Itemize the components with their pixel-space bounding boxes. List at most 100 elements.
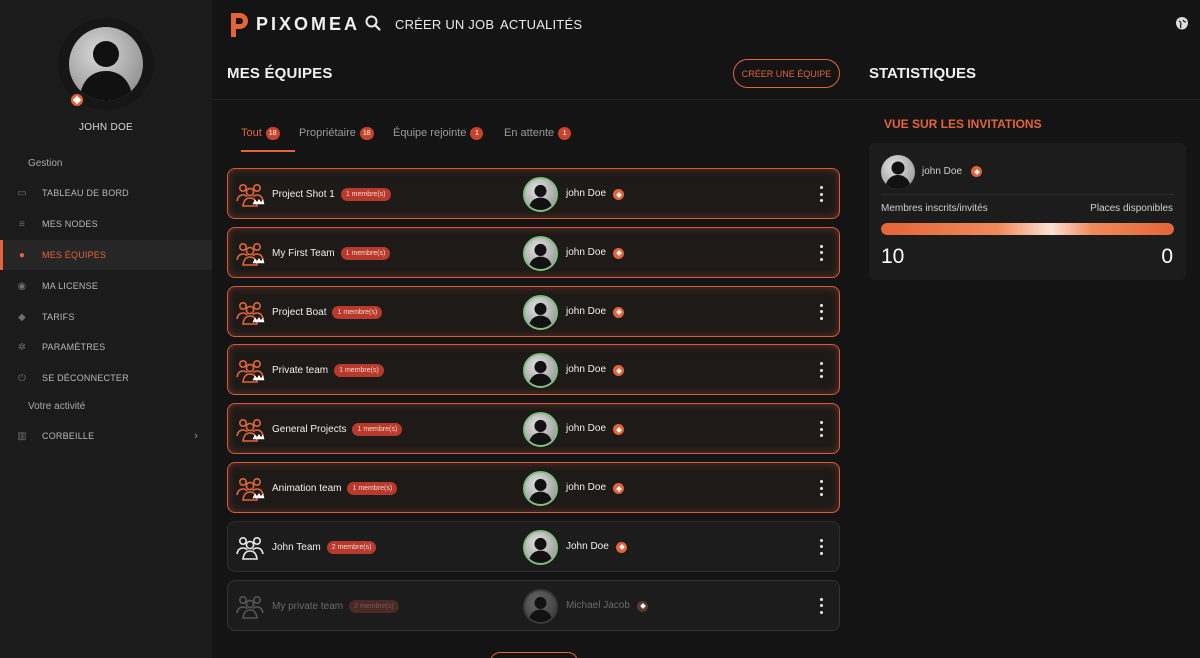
owner-avatar — [523, 353, 558, 389]
more-options-icon[interactable] — [816, 419, 826, 439]
avatar-image — [69, 27, 143, 101]
tab-pending[interactable]: En attente 1 — [504, 122, 572, 152]
tab-label: Tout — [241, 127, 262, 139]
more-options-icon[interactable] — [816, 478, 826, 498]
team-group-icon — [235, 591, 265, 621]
sidebar-item-teams[interactable]: ● MES ÉQUIPES — [0, 240, 212, 270]
tab-owner[interactable]: Propriétaire 18 — [299, 122, 374, 152]
sidebar-item-label: CORBEILLE — [42, 431, 95, 441]
logo-mark-icon — [228, 9, 250, 39]
sidebar-item-label: PARAMÈTRES — [42, 342, 106, 352]
diamond-badge-icon — [613, 365, 624, 377]
members-count-badge: 2 membre(s) — [349, 599, 399, 613]
dashboard-icon: ▭ — [17, 187, 27, 199]
page-title: MES ÉQUIPES — [227, 65, 333, 82]
team-name-text: Project Shot 1 — [272, 189, 335, 200]
profile-avatar[interactable] — [58, 18, 154, 110]
diamond-badge-icon — [613, 483, 624, 494]
sidebar-item-dashboard[interactable]: ▭ TABLEAU DE BORD — [0, 178, 212, 208]
owner-name: Michael Jacob — [566, 599, 630, 611]
sidebar: JOHN DOE Gestion ▭ TABLEAU DE BORD ≡ MES… — [0, 0, 212, 658]
sidebar-item-label: MA LICENSE — [42, 281, 99, 291]
invitations-card: john Doe Membres inscrits/invités Places… — [869, 143, 1186, 280]
team-name: My private team 2 membre(s) — [272, 599, 399, 613]
sidebar-item-pricing[interactable]: ◆ TARIFS — [0, 302, 212, 332]
tab-count-badge: 1 — [558, 127, 572, 140]
create-job-link[interactable]: CRÉER UN JOB — [395, 17, 494, 32]
tab-count-badge: 18 — [359, 127, 374, 140]
sidebar-item-license[interactable]: ◉ MA LICENSE — [0, 271, 212, 301]
sidebar-item-label: TARIFS — [42, 312, 75, 322]
team-row[interactable]: Private team 1 membre(s) john Doe — [227, 344, 840, 396]
team-name: John Team 2 membre(s) — [272, 540, 377, 554]
diamond-badge-icon — [69, 92, 85, 108]
team-name: Private team 1 membre(s) — [272, 364, 384, 378]
sidebar-username: JOHN DOE — [78, 122, 134, 133]
team-name-text: Private team — [272, 365, 329, 377]
owner-avatar — [523, 471, 558, 506]
team-row[interactable]: General Projects 1 membre(s) john Doe — [227, 403, 840, 455]
team-row[interactable]: John Team 2 membre(s) John Doe — [227, 520, 840, 572]
team-name-text: General Projects — [272, 424, 347, 436]
team-name: General Projects 1 membre(s) — [272, 423, 403, 437]
more-options-icon[interactable] — [816, 302, 826, 322]
team-row[interactable]: Project Shot 1 1 membre(s) john Doe — [227, 168, 840, 219]
tab-joined[interactable]: Équipe rejointe 1 — [393, 122, 484, 152]
team-row[interactable]: My First Team 1 membre(s) john Doe — [227, 226, 840, 278]
chevron-right-icon: › — [194, 430, 198, 442]
sidebar-item-label: MES ÉQUIPES — [42, 250, 107, 260]
sidebar-item-logout[interactable]: ⏻ SE DÉCONNECTER — [0, 363, 212, 393]
team-row[interactable]: My private team 2 membre(s) Michael Jacob — [227, 579, 840, 631]
team-name: Project Boat 1 membre(s) — [272, 305, 383, 319]
license-icon: ◉ — [17, 280, 27, 292]
owner-name: john Doe — [566, 246, 607, 258]
more-options-icon[interactable] — [816, 184, 826, 204]
members-label: Membres inscrits/invités — [881, 203, 988, 214]
search-icon[interactable] — [364, 14, 382, 32]
sidebar-item-trash[interactable]: ▥ CORBEILLE › — [0, 421, 212, 451]
team-row[interactable]: Animation team 1 membre(s) john Doe — [227, 462, 840, 513]
news-link[interactable]: ACTUALITÉS — [500, 17, 582, 32]
owner-name: john Doe — [566, 364, 607, 376]
tab-all[interactable]: Tout 18 — [241, 122, 295, 152]
stats-user-name: john Doe — [922, 166, 963, 177]
sidebar-item-nodes[interactable]: ≡ MES NODES — [0, 209, 212, 239]
tab-count-badge: 1 — [470, 127, 484, 140]
sidebar-item-settings[interactable]: ✲ PARAMÈTRES — [0, 332, 212, 362]
owner-name: john Doe — [566, 188, 607, 199]
more-options-icon[interactable] — [816, 360, 826, 380]
owner-name: john Doe — [566, 305, 607, 317]
diamond-badge-icon — [613, 306, 624, 318]
team-group-icon — [235, 355, 265, 385]
section-label-activity: Votre activité — [28, 401, 86, 412]
header-divider — [212, 99, 1200, 100]
more-options-icon[interactable] — [816, 243, 826, 263]
tab-label: En attente — [504, 127, 555, 139]
pixomea-logo[interactable]: PIXOMEA — [228, 9, 360, 39]
team-row[interactable]: Project Boat 1 membre(s) john Doe — [227, 285, 840, 337]
members-count-badge: 1 membre(s) — [334, 364, 384, 378]
more-options-icon[interactable] — [816, 596, 826, 616]
avatar — [881, 155, 915, 189]
globe-icon[interactable] — [1176, 17, 1188, 30]
owner-avatar — [523, 235, 558, 271]
pricing-icon: ◆ — [18, 311, 26, 323]
members-count-badge: 1 membre(s) — [340, 188, 391, 201]
sidebar-item-label: MES NODES — [42, 219, 98, 229]
stats-title: STATISTIQUES — [869, 65, 976, 82]
owner-avatar — [523, 529, 558, 565]
power-icon: ⏻ — [17, 372, 27, 384]
places-count: 0 — [1161, 245, 1173, 268]
owner-avatar — [523, 588, 558, 624]
invitations-progress-bar — [881, 223, 1174, 235]
team-name-text: John Team — [272, 541, 321, 553]
more-options-icon[interactable] — [816, 537, 826, 557]
team-name: My First Team 1 membre(s) — [272, 246, 391, 260]
tab-count-badge: 18 — [265, 127, 280, 140]
create-team-button[interactable]: CRÉER UNE ÉQUIPE — [733, 59, 840, 88]
tab-label: Équipe rejointe — [393, 127, 467, 139]
load-more-button[interactable] — [490, 652, 578, 658]
tab-label: Propriétaire — [299, 127, 356, 139]
owner-avatar — [523, 177, 558, 212]
team-group-icon — [235, 473, 265, 503]
